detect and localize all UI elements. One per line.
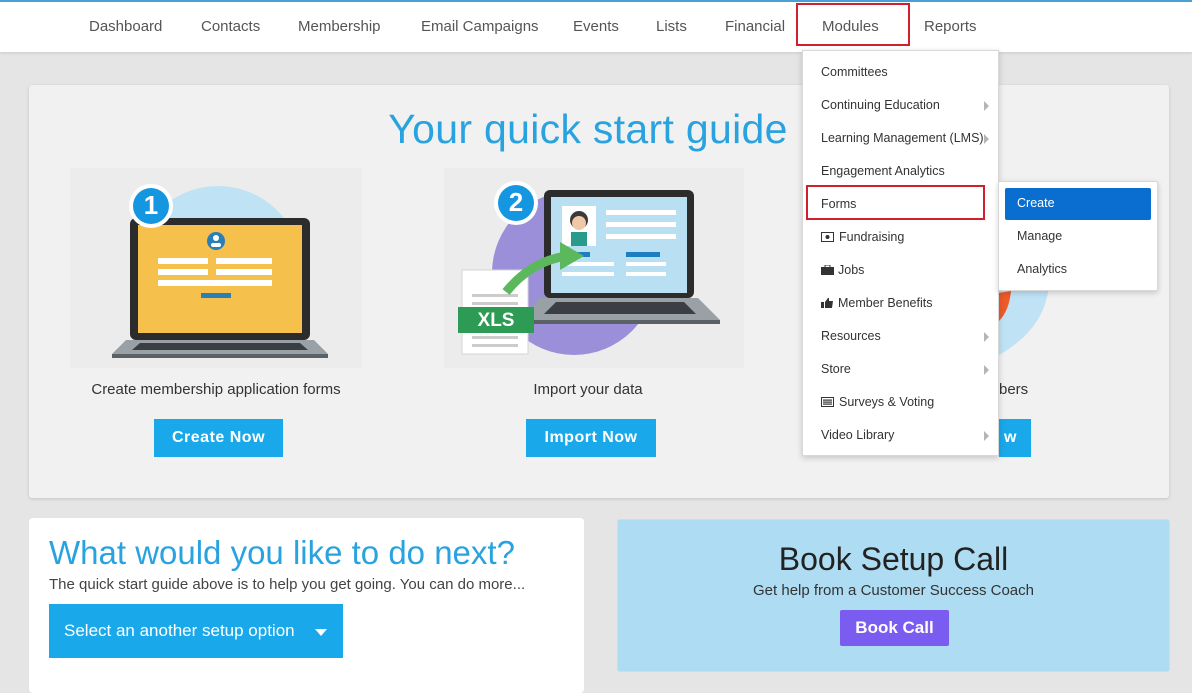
book-setup-subtitle: Get help from a Customer Success Coach [753, 582, 1034, 599]
step-2-caption: Import your data [533, 381, 643, 398]
laptop-form-illustration [70, 168, 362, 368]
nav-events[interactable]: Events [573, 18, 619, 35]
menu-item-surveys-voting[interactable]: Surveys & Voting [803, 386, 1000, 419]
step-3-illustration-fragment [999, 285, 1049, 355]
menu-item-label: Store [821, 362, 851, 376]
menu-item-fundraising[interactable]: Fundraising [803, 221, 1000, 254]
import-data-illustration [444, 168, 744, 368]
menu-item-label: Surveys & Voting [839, 395, 935, 409]
nav-financial[interactable]: Financial [725, 18, 785, 35]
list-icon [821, 397, 834, 407]
menu-item-committees[interactable]: Committees [803, 56, 1000, 89]
modules-dropdown-menu: Committees Continuing Education Learning… [802, 50, 999, 456]
xls-badge: XLS [477, 310, 515, 331]
book-call-button[interactable]: Book Call [840, 610, 949, 646]
submenu-item-create[interactable]: Create [1017, 196, 1055, 210]
step-2-number: 2 [508, 187, 524, 217]
nav-reports[interactable]: Reports [924, 18, 977, 35]
chevron-right-icon [984, 101, 989, 111]
forms-highlight-box [806, 185, 985, 220]
menu-item-label: Committees [821, 65, 888, 79]
top-navigation: Dashboard Contacts Membership Email Camp… [0, 0, 1192, 52]
menu-item-label: Learning Management (LMS) [821, 131, 984, 145]
menu-item-label: Fundraising [839, 230, 905, 244]
step-1-caption: Create membership application forms [91, 381, 341, 398]
setup-option-label: Select an another setup option [64, 621, 295, 640]
nav-dashboard[interactable]: Dashboard [89, 18, 162, 35]
nav-membership[interactable]: Membership [298, 18, 381, 35]
nav-email-campaigns[interactable]: Email Campaigns [421, 18, 539, 35]
book-setup-title: Book Setup Call [778, 541, 1009, 577]
menu-item-resources[interactable]: Resources [803, 320, 1000, 353]
thumbs-up-icon [821, 298, 833, 308]
menu-item-label: Resources [821, 329, 881, 343]
menu-item-member-benefits[interactable]: Member Benefits [803, 287, 1000, 320]
chevron-right-icon [984, 332, 989, 342]
chevron-down-icon [315, 629, 327, 636]
chevron-right-icon [984, 365, 989, 375]
menu-item-store[interactable]: Store [803, 353, 1000, 386]
menu-item-learning-management[interactable]: Learning Management (LMS) [803, 122, 1000, 155]
what-next-subtitle: The quick start guide above is to help y… [49, 576, 526, 593]
setup-option-select[interactable]: Select an another setup option [49, 604, 343, 658]
menu-item-engagement-analytics[interactable]: Engagement Analytics [803, 155, 1000, 188]
menu-item-label: Jobs [838, 263, 865, 277]
step-1-number: 1 [143, 190, 159, 220]
menu-item-jobs[interactable]: Jobs [803, 254, 1000, 287]
menu-item-label: Video Library [821, 428, 895, 442]
menu-item-label: Member Benefits [838, 296, 933, 310]
briefcase-icon [821, 265, 834, 275]
submenu-item-analytics[interactable]: Analytics [1017, 262, 1067, 276]
submenu-item-manage[interactable]: Manage [1017, 229, 1062, 243]
menu-item-label: Engagement Analytics [821, 164, 945, 178]
menu-item-video-library[interactable]: Video Library [803, 419, 1000, 452]
chevron-right-icon [984, 134, 989, 144]
money-icon [821, 232, 834, 242]
menu-item-label: Continuing Education [821, 98, 940, 112]
chevron-right-icon [984, 431, 989, 441]
what-next-title: What would you like to do next? [49, 534, 515, 571]
nav-contacts[interactable]: Contacts [201, 18, 260, 35]
modules-highlight-box [796, 3, 910, 46]
step-3-caption-fragment: bers [999, 381, 1029, 398]
menu-item-continuing-education[interactable]: Continuing Education [803, 89, 1000, 122]
import-now-button[interactable]: Import Now [526, 419, 656, 457]
nav-lists[interactable]: Lists [656, 18, 687, 35]
create-now-button[interactable]: Create Now [154, 419, 283, 457]
step-3-button-fragment[interactable]: w [999, 419, 1031, 457]
